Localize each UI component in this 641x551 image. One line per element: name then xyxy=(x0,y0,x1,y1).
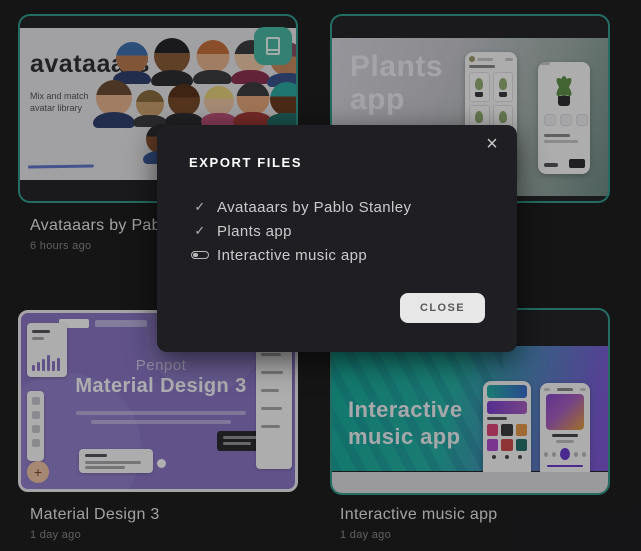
check-icon: ✓ xyxy=(191,223,209,239)
check-icon: ✓ xyxy=(191,199,209,215)
export-item-label: Avataaars by Pablo Stanley xyxy=(217,199,411,216)
export-item-label: Plants app xyxy=(217,223,292,240)
close-button[interactable]: CLOSE xyxy=(400,293,485,323)
export-item: Interactive music app xyxy=(191,243,411,267)
export-files-dialog: × EXPORT FILES ✓ Avataaars by Pablo Stan… xyxy=(157,125,517,352)
dialog-title: EXPORT FILES xyxy=(189,155,302,170)
export-item-label: Interactive music app xyxy=(217,247,367,264)
close-icon[interactable]: × xyxy=(479,131,505,157)
export-items-list: ✓ Avataaars by Pablo Stanley ✓ Plants ap… xyxy=(191,195,411,267)
export-item: ✓ Avataaars by Pablo Stanley xyxy=(191,195,411,219)
export-progress-icon xyxy=(191,251,209,259)
export-item: ✓ Plants app xyxy=(191,219,411,243)
projects-dashboard: avataaars Mix and match avatar library xyxy=(0,0,641,551)
